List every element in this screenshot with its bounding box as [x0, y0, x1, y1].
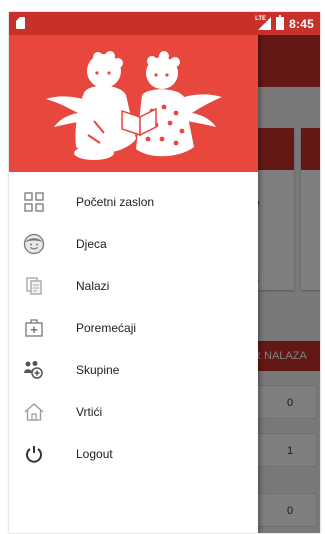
status-time: 8:45 — [289, 16, 314, 31]
group-icon — [23, 359, 45, 381]
angels-logo — [46, 51, 222, 160]
menu-item-nalazi[interactable]: Nalazi — [9, 265, 258, 307]
drawer-menu: Početni zaslon Djeca Nalazi Poremećaji S… — [9, 181, 258, 475]
network-label: LTE — [255, 16, 267, 22]
menu-item-label: Vrtići — [76, 405, 103, 419]
house-icon — [23, 401, 45, 423]
menu-item-pocetni-zaslon[interactable]: Početni zaslon — [9, 181, 258, 223]
child-face-icon — [23, 233, 45, 255]
phone-screen: LTE 8:45 e ć R NALAZA 0 1 0 — [9, 12, 320, 533]
status-bar: LTE 8:45 — [9, 12, 320, 35]
menu-item-label: Logout — [76, 447, 113, 461]
menu-item-vrtici[interactable]: Vrtići — [9, 391, 258, 433]
status-indicators: LTE 8:45 — [255, 15, 314, 32]
menu-item-label: Početni zaslon — [76, 195, 155, 209]
navigation-drawer: Početni zaslon Djeca Nalazi Poremećaji S… — [9, 12, 258, 533]
power-icon — [23, 443, 45, 465]
documents-icon — [23, 275, 45, 297]
menu-item-label: Djeca — [76, 237, 107, 251]
grid-icon — [23, 191, 45, 213]
menu-item-skupine[interactable]: Skupine — [9, 349, 258, 391]
menu-item-label: Skupine — [76, 363, 120, 377]
first-aid-icon — [23, 317, 45, 339]
drawer-header — [9, 35, 258, 172]
menu-item-label: Poremećaji — [76, 321, 137, 335]
lte-signal-icon: LTE — [255, 16, 272, 30]
battery-icon — [276, 15, 285, 30]
sd-card-icon — [16, 17, 25, 29]
menu-item-djeca[interactable]: Djeca — [9, 223, 258, 265]
menu-item-label: Nalazi — [76, 279, 110, 293]
menu-item-poremecaji[interactable]: Poremećaji — [9, 307, 258, 349]
menu-item-logout[interactable]: Logout — [9, 433, 258, 475]
